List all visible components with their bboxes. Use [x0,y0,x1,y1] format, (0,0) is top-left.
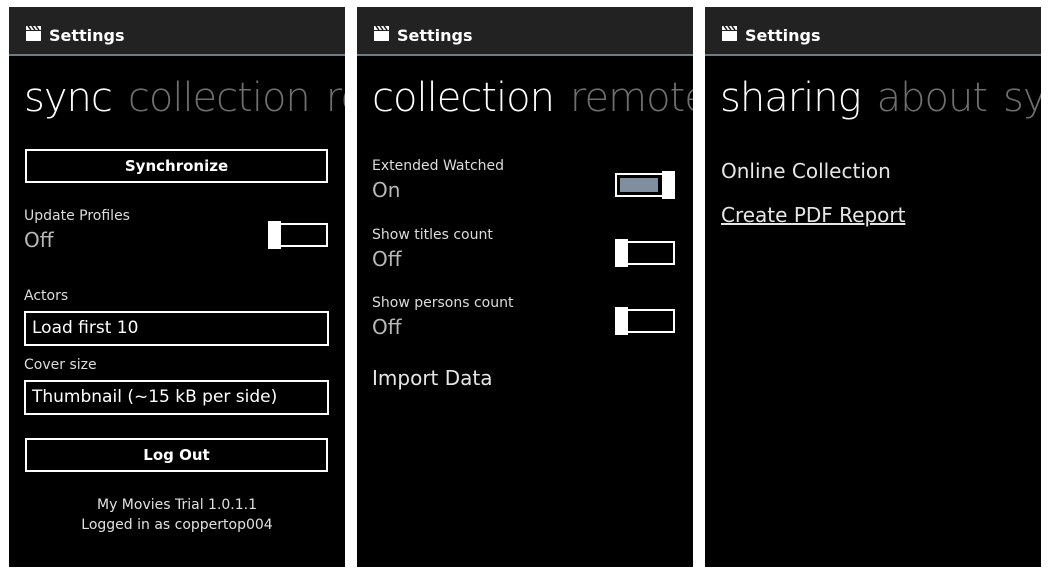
pivot-item-remote[interactable]: re [326,75,345,121]
toggle-thumb [662,171,675,199]
pivot-item-sync[interactable]: sync [24,75,113,121]
cover-size-label: Cover size [24,357,97,373]
extended-watched-toggle[interactable] [615,171,675,199]
app-title: Settings [397,26,473,45]
phone-screen-collection: Settings collection remote Extended Watch… [357,7,693,567]
version-text: My Movies Trial 1.0.1.1 [96,497,258,513]
title-bar: Settings [9,7,345,56]
show-titles-count-label: Show titles count [372,227,493,243]
toggle-thumb [615,239,628,267]
title-bar: Settings [705,7,1041,56]
pivot-header: sync collection re [24,75,345,121]
phone-screen-sharing: Settings sharing about syn Online Collecti… [705,7,1041,567]
pivot-item-sharing[interactable]: sharing [720,75,862,121]
pivot-item-collection[interactable]: collection [372,75,555,121]
clapperboard-icon [26,25,41,41]
online-collection-link[interactable]: Online Collection [721,159,891,183]
app-title: Settings [745,26,821,45]
clapperboard-icon [722,25,737,41]
actors-picker[interactable]: Load first 10 [24,311,329,346]
cover-size-picker[interactable]: Thumbnail (~15 kB per side) [24,380,329,415]
clapperboard-icon [374,25,389,41]
show-persons-count-toggle[interactable] [615,307,675,335]
pivot-item-about[interactable]: about [877,75,988,121]
show-persons-count-state: Off [372,315,402,339]
extended-watched-state: On [372,178,401,202]
app-title: Settings [49,26,125,45]
synchronize-button[interactable]: Synchronize [25,149,328,183]
pivot-item-sync[interactable]: syn [1003,75,1041,121]
show-titles-count-state: Off [372,247,402,271]
pivot-item-remote[interactable]: remote [570,75,693,121]
log-out-button[interactable]: Log Out [25,438,328,472]
toggle-thumb [615,307,628,335]
show-persons-count-label: Show persons count [372,295,514,311]
show-titles-count-toggle[interactable] [615,239,675,267]
toggle-fill [620,178,658,192]
pivot-header: collection remote [372,75,693,121]
import-data-link[interactable]: Import Data [372,366,493,390]
create-pdf-report-link[interactable]: Create PDF Report [721,203,905,227]
actors-label: Actors [24,288,69,304]
logged-in-text: Logged in as coppertop004 [81,517,273,533]
toggle-thumb [268,221,281,249]
update-profiles-label: Update Profiles [24,208,130,224]
pivot-header: sharing about syn [720,75,1041,121]
pivot-item-collection[interactable]: collection [128,75,311,121]
phone-screen-sync: Settings sync collection re Synchronize Up… [9,7,345,567]
update-profiles-state: Off [24,228,54,252]
title-bar: Settings [357,7,693,56]
update-profiles-toggle[interactable] [268,221,328,249]
extended-watched-label: Extended Watched [372,158,505,174]
